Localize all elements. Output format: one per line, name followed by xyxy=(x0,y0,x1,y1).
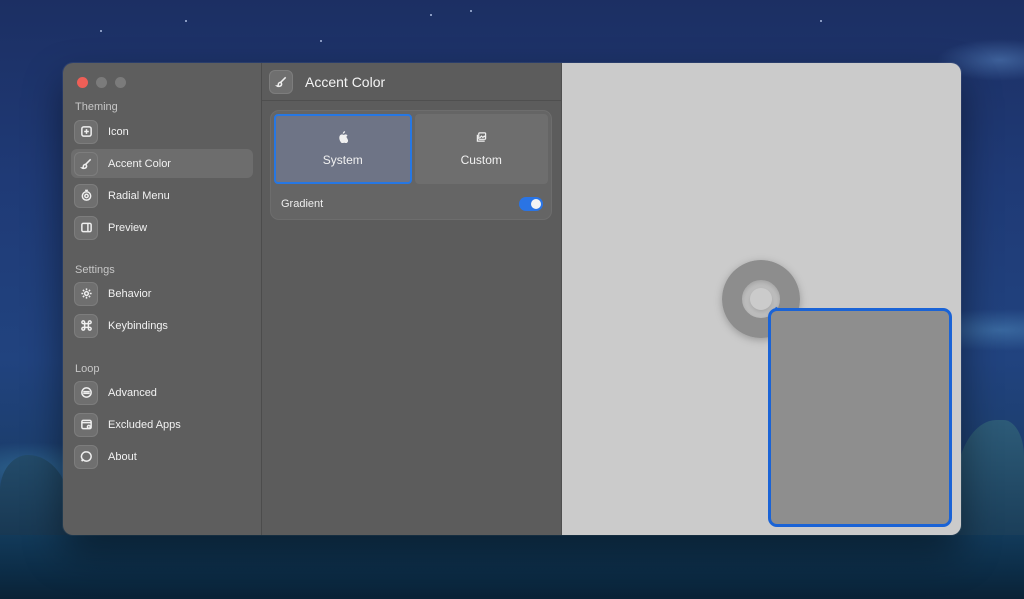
sidebar-item-label: Excluded Apps xyxy=(108,418,181,431)
minimize-button[interactable] xyxy=(96,77,107,88)
sidebar-item-advanced[interactable]: Advanced xyxy=(71,378,253,407)
sidebar-item-icon[interactable]: Icon xyxy=(71,117,253,146)
advanced-icon xyxy=(74,380,98,405)
background-sea xyxy=(0,535,1024,599)
sidebar-item-preview[interactable]: Preview xyxy=(71,213,253,242)
sidebar-item-label: Icon xyxy=(108,125,129,138)
gear-icon xyxy=(74,281,98,306)
section-title-settings: Settings xyxy=(75,264,115,276)
accent-option-system[interactable]: System xyxy=(274,114,412,184)
star xyxy=(185,20,187,22)
window-resize-preview xyxy=(768,308,952,527)
command-icon xyxy=(74,313,98,338)
sidebar: Theming Icon Accent Color Radial Menu Pr… xyxy=(63,63,262,535)
preview-icon xyxy=(74,215,98,240)
sidebar-item-label: Preview xyxy=(108,221,148,234)
gradient-label: Gradient xyxy=(281,198,324,210)
background-island xyxy=(955,420,1024,540)
background-island xyxy=(0,455,70,545)
sidebar-item-behavior[interactable]: Behavior xyxy=(71,279,253,308)
excluded-apps-icon xyxy=(74,412,98,437)
star xyxy=(430,14,432,16)
wallpaper-icon xyxy=(476,132,486,142)
gradient-row: Gradient xyxy=(281,194,543,214)
section-title-theming: Theming xyxy=(75,101,118,113)
settings-pane: Accent Color System Custom Gradient xyxy=(262,63,562,535)
sidebar-item-label: Advanced xyxy=(108,386,157,399)
toggle-knob xyxy=(531,199,541,209)
sidebar-item-radial-menu[interactable]: Radial Menu xyxy=(71,181,253,210)
star xyxy=(820,20,822,22)
gradient-toggle[interactable] xyxy=(519,197,543,211)
accent-option-label: System xyxy=(322,153,363,167)
window-controls xyxy=(77,77,126,88)
star xyxy=(470,10,472,12)
close-button[interactable] xyxy=(77,77,88,88)
sidebar-item-label: Accent Color xyxy=(108,157,171,170)
radial-menu-icon xyxy=(74,183,98,208)
page-title: Accent Color xyxy=(305,73,386,90)
sidebar-item-label: About xyxy=(108,450,137,463)
app-icon xyxy=(74,119,98,144)
preview-pane xyxy=(562,63,961,535)
apple-icon xyxy=(339,131,349,143)
star xyxy=(320,40,322,42)
sidebar-item-accent-color[interactable]: Accent Color xyxy=(71,149,253,178)
zoom-button[interactable] xyxy=(115,77,126,88)
sidebar-item-excluded-apps[interactable]: Excluded Apps xyxy=(71,410,253,439)
sidebar-item-keybindings[interactable]: Keybindings xyxy=(71,311,253,340)
star xyxy=(100,30,102,32)
sidebar-item-about[interactable]: About xyxy=(71,442,253,471)
accent-option-custom[interactable]: Custom xyxy=(414,114,548,184)
paintbrush-icon xyxy=(269,69,293,94)
sidebar-item-label: Keybindings xyxy=(108,319,168,332)
accent-option-label: Custom xyxy=(460,153,502,167)
sidebar-item-label: Behavior xyxy=(108,287,152,300)
section-title-loop: Loop xyxy=(75,363,100,375)
paintbrush-icon xyxy=(74,151,98,176)
settings-window: Theming Icon Accent Color Radial Menu Pr… xyxy=(63,63,961,535)
accent-source-picker: System Custom xyxy=(274,114,548,184)
about-icon xyxy=(74,444,98,469)
sidebar-item-label: Radial Menu xyxy=(108,189,170,202)
pane-header: Accent Color xyxy=(262,63,561,101)
accent-settings-card: System Custom Gradient xyxy=(270,110,552,220)
